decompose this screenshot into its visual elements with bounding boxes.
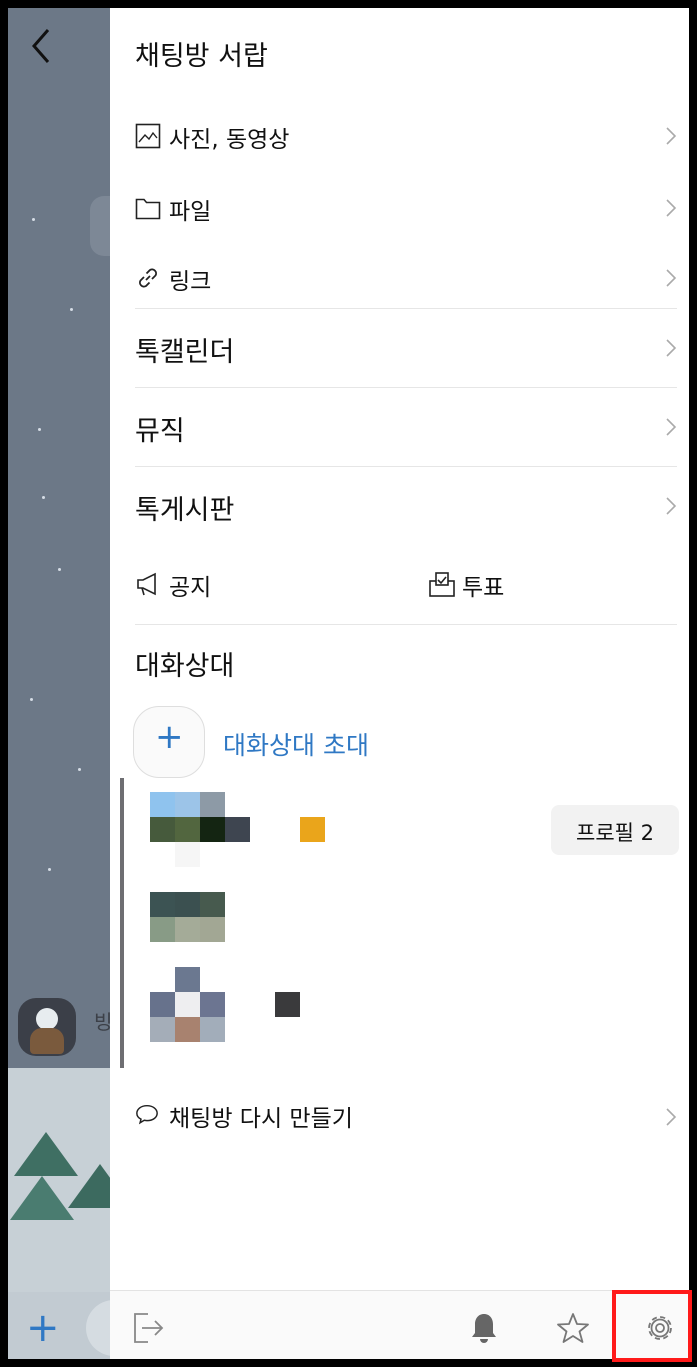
settings-highlight-box — [612, 1290, 692, 1362]
profile-button[interactable]: 프로필 2 — [551, 805, 679, 855]
drawer-item-label: 파일 — [169, 199, 212, 225]
speech-bubble-icon — [136, 1104, 158, 1125]
drawer-item-label: 링크 — [169, 269, 212, 295]
scrollbar[interactable] — [120, 778, 124, 1068]
drawer-item-photos[interactable]: 사진, 동영상 — [110, 106, 689, 166]
drawer-item-talk-board[interactable]: 톡게시판 — [110, 476, 689, 536]
vote-label: 투표 — [462, 575, 505, 601]
divider — [135, 466, 677, 467]
drawer-item-label: 톡캘린더 — [135, 337, 235, 368]
chevron-right-icon — [666, 418, 677, 436]
link-icon — [139, 268, 157, 288]
chat-background: 빙 + — [8, 8, 146, 1359]
drawer-item-talk-calendar[interactable]: 톡캘린더 — [110, 318, 689, 378]
chevron-right-icon — [666, 127, 677, 145]
notice-label: 공지 — [169, 575, 212, 601]
drawer-item-label: 뮤직 — [135, 416, 185, 447]
divider — [135, 387, 677, 388]
bell-icon[interactable] — [467, 1311, 501, 1345]
chat-drawer-panel: 채팅방 서랍 사진, 동영상 파일 링크 톡캘린더 뮤직 톡게시판 공지 투표 … — [110, 8, 689, 1359]
invite-circle[interactable]: + — [133, 706, 205, 778]
participants-section-title: 대화상대 — [135, 651, 235, 682]
member-avatar[interactable] — [150, 792, 250, 867]
chevron-right-icon — [666, 497, 677, 515]
plus-icon: + — [155, 717, 184, 757]
avatar[interactable] — [18, 998, 76, 1056]
chevron-right-icon — [666, 269, 677, 287]
invite-label[interactable]: 대화상대 초대 — [223, 726, 369, 762]
drawer-item-links[interactable]: 링크 — [110, 248, 689, 308]
megaphone-icon — [137, 572, 156, 596]
drawer-item-label: 톡게시판 — [135, 495, 235, 526]
screen: 빙 + 채팅방 서랍 사진, 동영상 파일 링크 톡캘린더 뮤직 톡게시판 공지… — [8, 8, 689, 1359]
chevron-right-icon — [666, 339, 677, 357]
drawer-item-music[interactable]: 뮤직 — [110, 397, 689, 457]
drawer-item-files[interactable]: 파일 — [110, 178, 689, 238]
drawer-item-label: 사진, 동영상 — [169, 127, 290, 153]
chevron-right-icon — [666, 199, 677, 217]
ballot-box-icon — [429, 572, 455, 597]
drawer-bottom-bar — [110, 1290, 689, 1359]
drawer-item-vote[interactable]: 투표 — [428, 556, 628, 616]
recreate-chatroom-button[interactable]: 채팅방 다시 만들기 — [110, 1083, 689, 1143]
back-arrow-icon[interactable] — [26, 26, 56, 66]
drawer-item-notice[interactable]: 공지 — [135, 556, 385, 616]
member-avatar[interactable] — [150, 967, 225, 1042]
attach-plus-icon[interactable]: + — [26, 1308, 60, 1348]
profile-button-label: 프로필 2 — [576, 821, 654, 845]
star-icon[interactable] — [556, 1311, 590, 1345]
folder-icon — [135, 198, 161, 220]
snow-scenery — [8, 1068, 132, 1308]
member-status-marker — [275, 992, 300, 1017]
drawer-title: 채팅방 서랍 — [135, 41, 268, 72]
chevron-right-icon — [666, 1108, 677, 1126]
divider — [135, 308, 677, 309]
divider — [135, 624, 677, 625]
recreate-label: 채팅방 다시 만들기 — [169, 1106, 353, 1132]
leave-chat-icon[interactable] — [132, 1311, 166, 1345]
photo-icon — [135, 123, 161, 149]
member-avatar[interactable] — [150, 892, 225, 967]
member-status-marker — [300, 817, 325, 842]
